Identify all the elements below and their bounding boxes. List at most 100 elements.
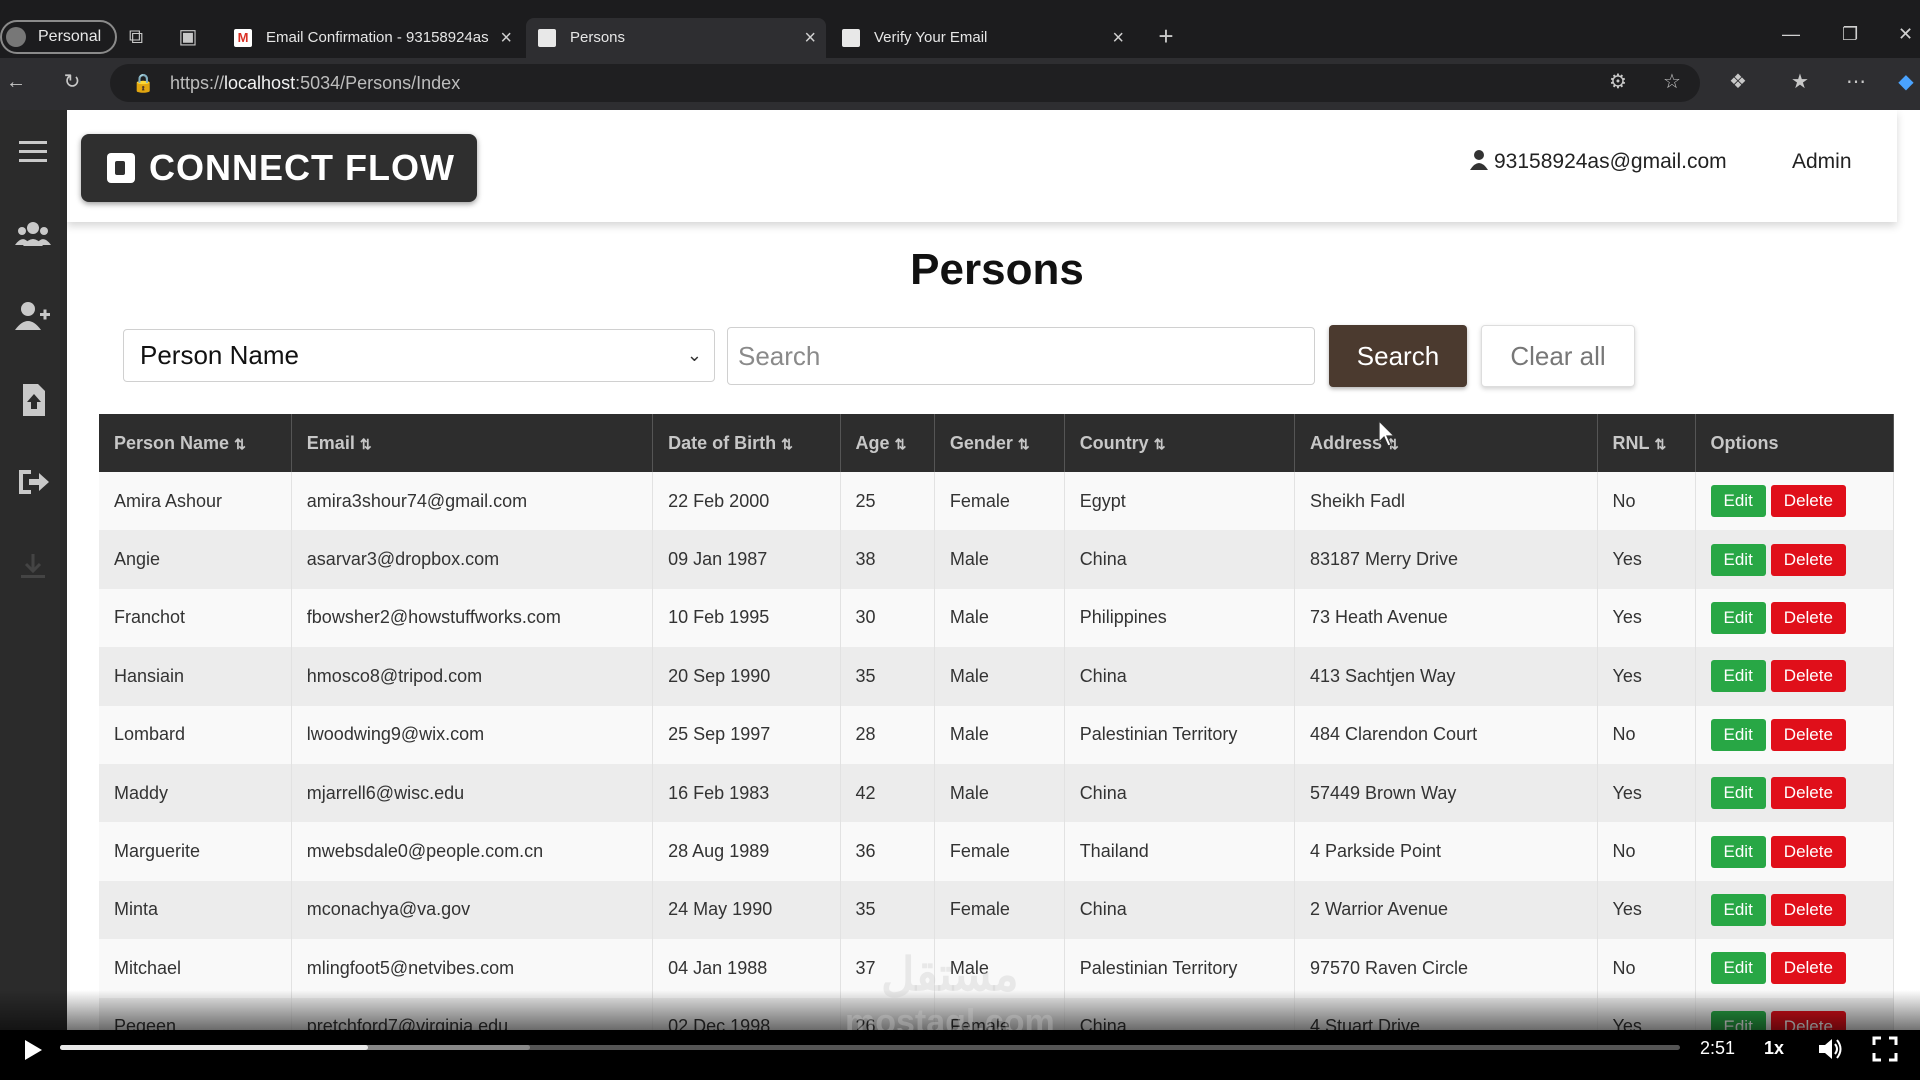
edit-button[interactable]: Edit xyxy=(1710,718,1766,751)
table-cell: 25 xyxy=(840,472,935,531)
user-account[interactable]: 93158924as@gmail.com xyxy=(1470,150,1727,174)
web-page: CONNECT FLOW 93158924as@gmail.com Admin … xyxy=(67,110,1920,1030)
delete-button[interactable]: Delete xyxy=(1770,893,1846,926)
column-header[interactable]: Options xyxy=(1695,414,1894,472)
table-row: Franchot fbowsher2@howstuffworks.com 10 Fe… xyxy=(99,588,1894,648)
sort-icon[interactable]: ⇅ xyxy=(1655,436,1667,452)
restore-icon[interactable]: ❐ xyxy=(1842,24,1858,45)
table-cell: Yes xyxy=(1597,530,1696,589)
delete-button[interactable]: Delete xyxy=(1770,952,1846,985)
tab-label: Persons xyxy=(570,29,626,46)
edit-button[interactable]: Edit xyxy=(1710,485,1766,518)
favorites-icon[interactable]: ★ xyxy=(1786,70,1814,94)
column-header[interactable]: Person Name ⇅ xyxy=(99,414,292,472)
table-header-row: Person Name ⇅ Email ⇅ Date of Birth ⇅ Age ⇅ Gend… xyxy=(99,414,1894,472)
video-controls xyxy=(0,1030,1920,1080)
play-icon[interactable] xyxy=(18,1036,46,1064)
edit-button[interactable]: Edit xyxy=(1710,601,1766,634)
url-scheme: https:// xyxy=(170,73,225,93)
column-header[interactable]: Date of Birth ⇅ xyxy=(652,414,841,472)
tab-email-confirmation[interactable]: M Email Confirmation - 93158924as × xyxy=(222,18,522,58)
delete-button[interactable]: Delete xyxy=(1770,718,1846,751)
copilot-icon[interactable]: ◆ xyxy=(1892,70,1920,94)
app-header: CONNECT FLOW 93158924as@gmail.com Admin xyxy=(67,110,1897,222)
edit-button[interactable]: Edit xyxy=(1710,777,1766,810)
download-icon[interactable] xyxy=(6,542,60,590)
table-cell: fbowsher2@howstuffworks.com xyxy=(291,588,654,648)
sort-icon[interactable]: ⇅ xyxy=(234,436,246,452)
tab-persons[interactable]: Persons × xyxy=(526,18,826,58)
sort-icon[interactable]: ⇅ xyxy=(781,436,793,452)
tab-actions-icon[interactable]: ▣ xyxy=(174,25,202,49)
delete-button[interactable]: Delete xyxy=(1770,835,1846,868)
upload-file-icon[interactable] xyxy=(6,376,60,424)
clear-all-button[interactable]: Clear all xyxy=(1481,325,1635,387)
table-cell: Thailand xyxy=(1064,822,1295,881)
fullscreen-icon[interactable] xyxy=(1872,1036,1898,1062)
table-cell: Sheikh Fadl xyxy=(1294,472,1598,531)
table-cell: Female xyxy=(934,472,1065,531)
table-row: Hansiain hmosco8@tripod.com 20 Sep 1990 35 M… xyxy=(99,647,1894,706)
workspaces-icon[interactable]: ⧉ xyxy=(122,25,150,49)
column-header[interactable]: Age ⇅ xyxy=(840,414,935,472)
table-cell: No xyxy=(1597,472,1696,531)
more-icon[interactable]: ⋯ xyxy=(1842,70,1870,94)
new-tab-icon[interactable]: + xyxy=(1152,23,1180,49)
favorite-star-icon[interactable]: ☆ xyxy=(1658,70,1686,94)
extensions-icon[interactable]: ❖ xyxy=(1724,70,1752,94)
sort-icon[interactable]: ⇅ xyxy=(1154,436,1166,452)
window-close-icon[interactable]: ✕ xyxy=(1898,24,1913,45)
close-icon[interactable]: × xyxy=(500,18,512,58)
options-cell: EditDelete xyxy=(1695,472,1894,531)
column-header[interactable]: Email ⇅ xyxy=(291,414,654,472)
brand-logo[interactable]: CONNECT FLOW xyxy=(81,134,477,202)
table-cell: Male xyxy=(934,530,1065,589)
edit-button[interactable]: Edit xyxy=(1710,660,1766,693)
minimize-icon[interactable]: — xyxy=(1782,24,1800,45)
table-cell: mjarrell6@wisc.edu xyxy=(291,763,654,823)
reload-icon[interactable]: ↻ xyxy=(58,70,86,94)
lock-icon: 🔒 xyxy=(132,73,155,93)
address-bar-row: ← ↻ 🔒 https://localhost:5034/Persons/Ind… xyxy=(0,58,1920,110)
column-header[interactable]: RNL ⇅ xyxy=(1597,414,1696,472)
admin-link[interactable]: Admin xyxy=(1792,150,1852,174)
playback-speed-button[interactable]: 1x xyxy=(1764,1038,1784,1059)
delete-button[interactable]: Delete xyxy=(1770,543,1846,576)
page-icon xyxy=(842,29,860,47)
delete-button[interactable]: Delete xyxy=(1770,485,1846,518)
search-input[interactable] xyxy=(727,327,1315,385)
delete-button[interactable]: Delete xyxy=(1770,777,1846,810)
search-button[interactable]: Search xyxy=(1329,325,1467,387)
video-progress-bar[interactable] xyxy=(60,1045,1680,1050)
close-icon[interactable]: × xyxy=(804,18,816,58)
edit-button[interactable]: Edit xyxy=(1710,543,1766,576)
column-header[interactable]: Country ⇅ xyxy=(1064,414,1295,472)
delete-button[interactable]: Delete xyxy=(1770,660,1846,693)
column-header-label: Age xyxy=(855,432,890,453)
search-field-select[interactable]: Person Name ⌄ xyxy=(123,329,715,382)
users-icon[interactable] xyxy=(6,210,60,258)
delete-button[interactable]: Delete xyxy=(1770,601,1846,634)
logout-icon[interactable] xyxy=(6,458,60,506)
volume-icon[interactable] xyxy=(1816,1036,1844,1062)
edit-button[interactable]: Edit xyxy=(1710,835,1766,868)
table-cell: 2 Warrior Avenue xyxy=(1294,880,1598,940)
menu-icon[interactable] xyxy=(6,128,60,176)
sort-icon[interactable]: ⇅ xyxy=(360,436,372,452)
edit-button[interactable]: Edit xyxy=(1710,952,1766,985)
back-icon[interactable]: ← xyxy=(2,70,30,94)
app-sidebar xyxy=(0,110,67,1030)
read-aloud-icon[interactable]: ⚙ xyxy=(1604,70,1632,94)
close-icon[interactable]: × xyxy=(1112,18,1124,58)
column-header[interactable]: Address ⇅ xyxy=(1294,414,1598,472)
tab-verify-email[interactable]: Verify Your Email × xyxy=(830,18,1134,58)
table-cell: Female xyxy=(934,822,1065,881)
column-header[interactable]: Gender ⇅ xyxy=(934,414,1065,472)
url-field[interactable]: 🔒 https://localhost:5034/Persons/Index xyxy=(110,64,1700,102)
sort-icon[interactable]: ⇅ xyxy=(895,436,907,452)
table-cell: Maddy xyxy=(99,763,292,823)
edit-button[interactable]: Edit xyxy=(1710,893,1766,926)
add-user-icon[interactable] xyxy=(6,292,60,340)
sort-icon[interactable]: ⇅ xyxy=(1018,436,1030,452)
profile-button[interactable]: Personal xyxy=(0,20,118,54)
